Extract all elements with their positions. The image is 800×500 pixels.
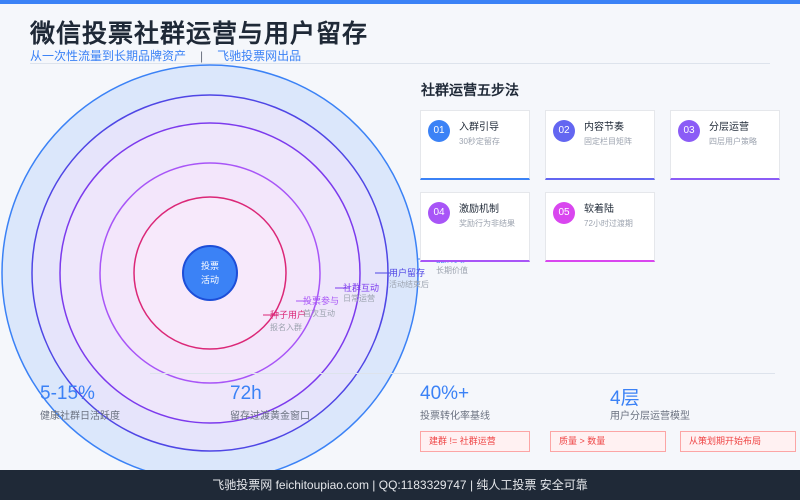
step-card-5: 05 软着陆 72小时过渡期 [545,192,655,262]
stat-value-2: 72h [230,383,262,404]
step-desc-1: 30秒定留存 [459,137,500,146]
step-desc-2: 固定栏目矩阵 [584,137,632,146]
ring-desc-2: 首次互动 [303,308,335,318]
stat-label-1: 健康社群日活跃度 [40,411,120,422]
step-card-1: 01 入群引导 30秒定留存 [420,110,530,180]
step-title-2: 内容节奏 [584,122,624,133]
step-desc-3: 四层用户策略 [709,137,757,146]
key-point-chip-1: 建群 != 社群运营 [420,431,530,452]
step-title-4: 激励机制 [459,204,499,215]
ring-desc-4: 活动结束后 [389,279,429,289]
step-number-2: 02 [553,120,575,142]
ring-title-1: 种子用户 [270,309,306,320]
stats-divider [150,373,775,374]
steps-title: 社群运营五步法 [421,82,519,98]
concentric-rings-diagram: 投票活动种子用户报名入群投票参与首次互动社群互动日常运营用户留存活动结束后品牌资… [1,64,472,482]
stat-value-1: 5-15% [40,383,95,404]
key-point-chip-3: 从策划期开始布局 [680,431,796,452]
ring-desc-5: 长期价值 [436,265,468,275]
step-card-3: 03 分层运营 四层用户策略 [670,110,780,180]
step-desc-4: 奖励行为非结果 [459,219,515,228]
stat-value-3: 40%+ [420,383,470,404]
step-title-3: 分层运营 [709,122,749,133]
ring-title-3: 社群互动 [343,282,379,293]
step-number-3: 03 [678,120,700,142]
ring-title-2: 投票参与 [303,295,339,306]
ring-desc-3: 日常运营 [343,293,375,303]
footer-bar: 飞驰投票网 feichitoupiao.com | QQ:1183329747 … [0,470,800,500]
step-title-5: 软着陆 [584,204,614,215]
core-circle [182,245,238,301]
step-card-2: 02 内容节奏 固定栏目矩阵 [545,110,655,180]
step-desc-5: 72小时过渡期 [584,219,633,228]
core-label-2: 活动 [201,274,219,285]
stat-label-3: 投票转化率基线 [420,411,490,422]
ring-desc-1: 报名入群 [270,322,302,332]
stat-value-4: 4层 [610,388,640,409]
step-number-5: 05 [553,202,575,224]
step-number-4: 04 [428,202,450,224]
stat-label-4: 用户分层运营模型 [610,411,690,422]
ring-title-4: 用户留存 [389,267,425,278]
core-label-1: 投票 [201,260,219,271]
key-point-chip-2: 质量 > 数量 [550,431,666,452]
step-number-1: 01 [428,120,450,142]
step-title-1: 入群引导 [459,122,499,133]
step-card-4: 04 激励机制 奖励行为非结果 [420,192,530,262]
stat-label-2: 留存过渡黄金窗口 [230,411,310,422]
